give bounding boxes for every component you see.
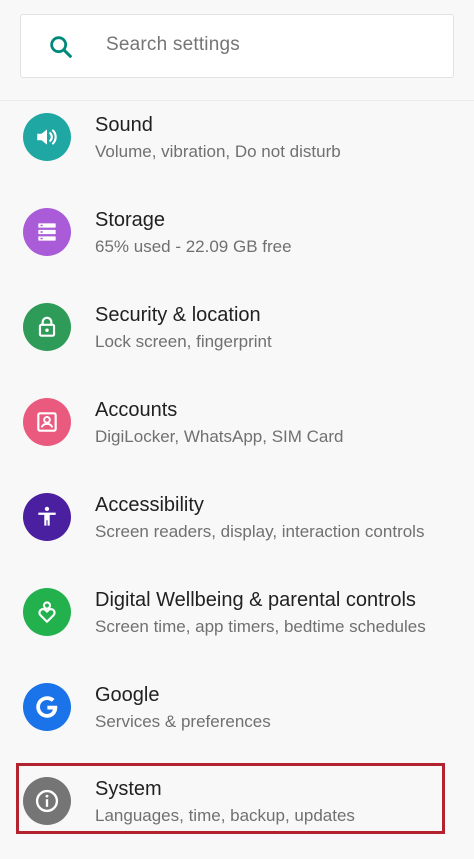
settings-item-title: Digital Wellbeing & parental controls	[95, 589, 416, 611]
settings-item-subtitle: 65% used - 22.09 GB free	[95, 237, 292, 256]
settings-item-subtitle: Volume, vibration, Do not disturb	[95, 142, 341, 161]
settings-item-title: Security & location	[95, 304, 261, 326]
search-input[interactable]: Search settings	[106, 34, 240, 56]
settings-item-accounts[interactable]: Accounts DigiLocker, WhatsApp, SIM Card	[0, 385, 474, 480]
settings-item-subtitle: DigiLocker, WhatsApp, SIM Card	[95, 427, 344, 446]
settings-item-title: Accessibility	[95, 494, 204, 516]
info-icon	[23, 777, 71, 825]
settings-item-title: Sound	[95, 114, 153, 136]
settings-item-digital-wellbeing[interactable]: Digital Wellbeing & parental controls Sc…	[0, 575, 474, 670]
accessibility-icon	[23, 493, 71, 541]
settings-item-google[interactable]: Google Services & preferences	[0, 670, 474, 765]
settings-item-title: Accounts	[95, 399, 178, 421]
search-header: Search settings	[0, 0, 474, 101]
settings-item-subtitle: Services & preferences	[95, 712, 271, 731]
settings-item-subtitle: Languages, time, backup, updates	[95, 806, 355, 825]
settings-item-title: Storage	[95, 209, 166, 231]
lock-icon	[23, 303, 71, 351]
settings-item-subtitle: Screen time, app timers, bedtime schedul…	[95, 617, 426, 636]
storage-icon	[23, 208, 71, 256]
settings-item-security[interactable]: Security & location Lock screen, fingerp…	[0, 290, 474, 385]
volume-icon	[23, 113, 71, 161]
settings-item-title: System	[95, 778, 162, 800]
settings-item-sound[interactable]: Sound Volume, vibration, Do not disturb	[0, 100, 474, 195]
google-icon	[23, 683, 71, 731]
settings-item-system[interactable]: System Languages, time, backup, updates	[0, 764, 474, 859]
settings-item-title: Google	[95, 684, 160, 706]
account-icon	[23, 398, 71, 446]
settings-item-storage[interactable]: Storage 65% used - 22.09 GB free	[0, 195, 474, 290]
settings-item-subtitle: Lock screen, fingerprint	[95, 332, 272, 351]
search-bar[interactable]: Search settings	[20, 14, 454, 78]
settings-item-subtitle: Screen readers, display, interaction con…	[95, 522, 425, 541]
search-icon	[47, 33, 75, 61]
wellbeing-icon	[23, 588, 71, 636]
settings-item-accessibility[interactable]: Accessibility Screen readers, display, i…	[0, 480, 474, 575]
